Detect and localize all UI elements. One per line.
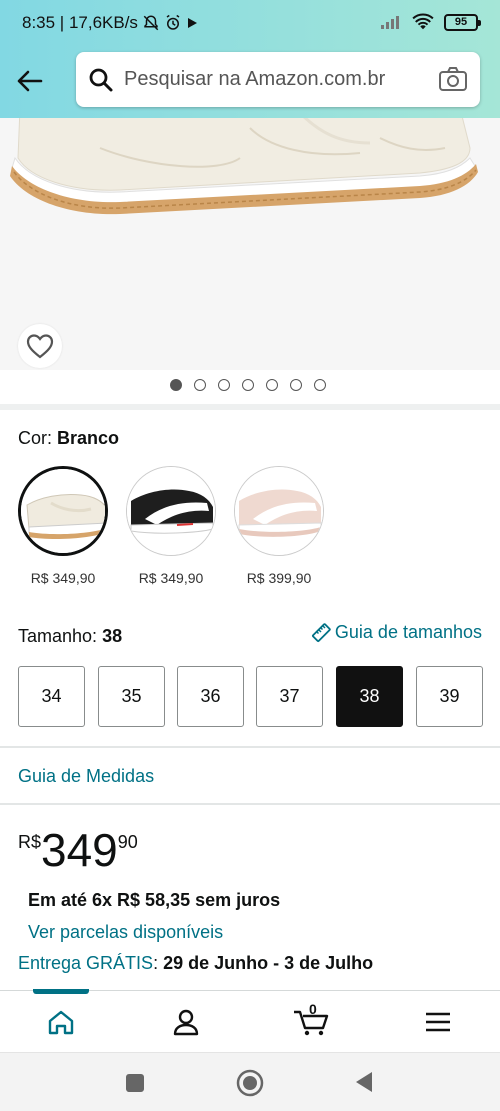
- color-label-text: Cor:: [18, 428, 58, 448]
- signal-icon: [381, 16, 399, 29]
- color-swatch-white[interactable]: [18, 466, 108, 556]
- size-option-34[interactable]: 34: [18, 666, 85, 727]
- free-delivery-link[interactable]: Entrega GRÁTIS: [18, 953, 153, 973]
- color-swatch-black[interactable]: [126, 466, 216, 556]
- measures-guide-link[interactable]: Guia de Medidas: [18, 766, 154, 787]
- installments-text: Em até 6x R$ 58,35 sem juros: [28, 890, 281, 910]
- status-left: 8:35 | 17,6KB/s: [22, 13, 198, 33]
- carousel-dot[interactable]: [242, 379, 254, 391]
- search-bar[interactable]: [76, 52, 480, 107]
- section-divider: [0, 746, 500, 748]
- bottom-navigation: 0: [0, 989, 500, 1052]
- size-label-text: Tamanho:: [18, 626, 103, 646]
- size-option-38[interactable]: 38: [336, 666, 403, 727]
- product-image[interactable]: [0, 118, 500, 370]
- cart-count: 0: [309, 1001, 317, 1017]
- home-icon: [48, 1010, 74, 1035]
- color-label: Cor: Branco: [18, 428, 119, 449]
- size-label: Tamanho: 38: [18, 626, 122, 647]
- arrow-left-icon: [17, 70, 43, 92]
- price-cents: 90: [117, 832, 138, 852]
- ruler-icon: [311, 622, 331, 642]
- play-store-icon: [187, 18, 197, 28]
- white-sneaker-thumb: [21, 469, 105, 553]
- wishlist-button[interactable]: [18, 324, 62, 368]
- size-guide-text[interactable]: Guia de tamanhos: [335, 622, 482, 643]
- price-whole: 349: [41, 824, 118, 876]
- size-option-36[interactable]: 36: [177, 666, 244, 727]
- bell-off-icon: [143, 15, 159, 31]
- color-value: Branco: [57, 428, 120, 448]
- section-divider: [0, 803, 500, 805]
- carousel-dot[interactable]: [314, 379, 326, 391]
- price: R$ 349 90: [18, 826, 138, 874]
- nav-account[interactable]: [166, 1005, 206, 1039]
- size-option-37[interactable]: 37: [256, 666, 323, 727]
- menu-icon: [426, 1012, 450, 1032]
- battery-indicator: 95: [444, 13, 481, 31]
- status-bar: 8:35 | 17,6KB/s 95: [0, 0, 500, 48]
- recents-icon[interactable]: [125, 1073, 145, 1093]
- home-button-icon[interactable]: [236, 1069, 264, 1097]
- app-header: 8:35 | 17,6KB/s 95: [0, 0, 500, 118]
- carousel-dot[interactable]: [194, 379, 206, 391]
- carousel-dot[interactable]: [290, 379, 302, 391]
- carousel-dot[interactable]: [218, 379, 230, 391]
- size-guide-link[interactable]: Guia de tamanhos: [311, 622, 482, 643]
- camera-icon[interactable]: [438, 66, 468, 92]
- wifi-icon: [412, 13, 434, 30]
- heart-icon: [26, 334, 54, 359]
- carousel-dot[interactable]: [170, 379, 182, 391]
- nav-menu[interactable]: [418, 1005, 458, 1039]
- image-carousel-dots[interactable]: [170, 379, 326, 391]
- swatch-price: R$ 349,90: [138, 570, 204, 586]
- back-button[interactable]: [12, 64, 46, 98]
- active-tab-indicator: [33, 989, 89, 994]
- nav-home[interactable]: [41, 1005, 81, 1039]
- size-option-39[interactable]: 39: [416, 666, 483, 727]
- alarm-icon: [166, 14, 180, 30]
- color-swatch-pink[interactable]: [234, 466, 324, 556]
- delivery-dates: 29 de Junho - 3 de Julho: [163, 953, 374, 973]
- back-triangle-icon[interactable]: [354, 1071, 374, 1093]
- swatch-price: R$ 349,90: [30, 570, 96, 586]
- sneaker-illustration: [0, 118, 500, 370]
- carousel-dot[interactable]: [266, 379, 278, 391]
- section-divider: [0, 404, 500, 410]
- status-time-speed: 8:35 | 17,6KB/s: [22, 13, 138, 32]
- swatch-price: R$ 399,90: [246, 570, 312, 586]
- user-icon: [173, 1009, 199, 1036]
- price-currency: R$: [18, 832, 42, 852]
- delivery-info: Entrega GRÁTIS: 29 de Junho - 3 de Julho: [18, 953, 373, 974]
- black-sneaker-thumb: [127, 467, 215, 555]
- pink-sneaker-thumb: [235, 467, 323, 555]
- nav-cart[interactable]: 0: [292, 1001, 332, 1039]
- size-option-35[interactable]: 35: [98, 666, 165, 727]
- view-installments-link[interactable]: Ver parcelas disponíveis: [28, 922, 223, 943]
- search-input[interactable]: [124, 52, 424, 107]
- system-navigation-bar: [0, 1052, 500, 1111]
- delivery-separator: :: [153, 953, 164, 973]
- size-value: 38: [102, 626, 123, 646]
- search-icon: [89, 68, 113, 92]
- status-right: 95: [380, 13, 481, 31]
